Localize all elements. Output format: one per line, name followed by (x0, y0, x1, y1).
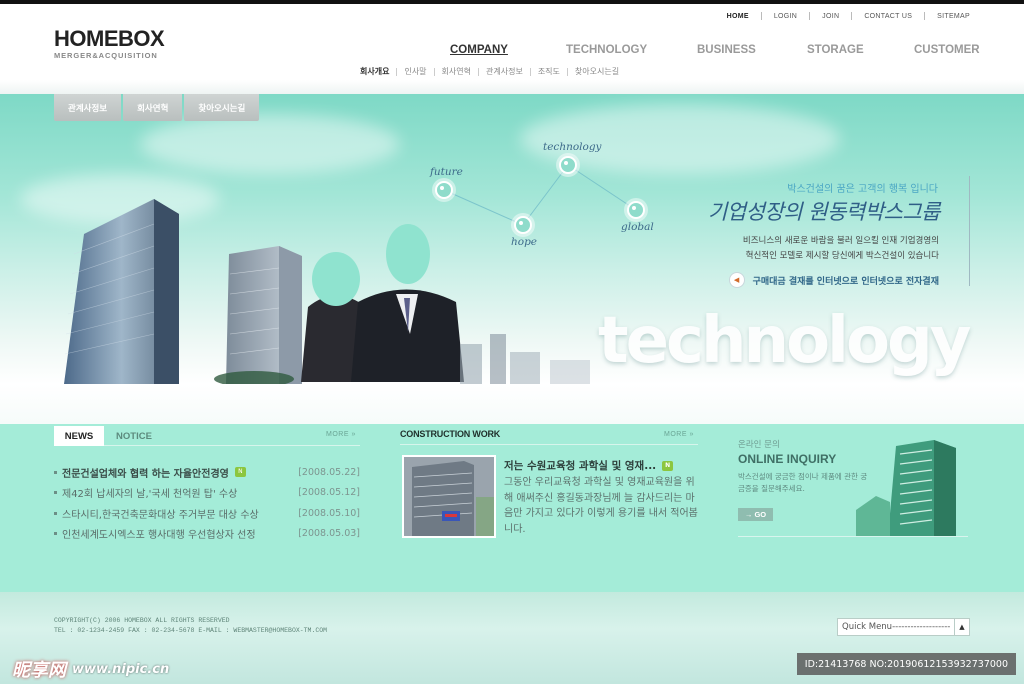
construction-thumbnail[interactable] (402, 455, 496, 538)
watermark-url: www.nipic.cn (72, 661, 170, 677)
logo[interactable]: HOMEBOX MERGER&ACQUISITION (54, 26, 165, 61)
util-link-sitemap[interactable]: SITEMAP (925, 13, 970, 20)
hero-tagline: 박스건설의 꿈은 고객의 행복 입니다 (787, 184, 938, 195)
news-title: 스타시티,한국건축문화대상 주거부문 대상 수상 (62, 509, 259, 521)
inquiry-go-button[interactable]: → GO (738, 508, 773, 521)
subnav-organization[interactable]: 조직도 (531, 66, 567, 77)
new-badge-icon: N (662, 460, 674, 471)
quick-menu-value: Quick Menu------------------- (842, 622, 951, 632)
utility-nav: HOME LOGIN JOIN CONTACT US SITEMAP (715, 12, 970, 20)
list-item[interactable]: 제42회 납세자의 날,'국세 천억원 탑' 수상 [2008.05.12] (54, 483, 360, 504)
subnav-greeting[interactable]: 인사말 (397, 66, 433, 77)
node-label-hope: hope (511, 236, 538, 248)
subnav-affiliates[interactable]: 관계사정보 (479, 66, 530, 77)
footer: COPYRIGHT(C) 2006 HOMEBOX ALL RIGHTS RES… (0, 592, 1024, 684)
node-label-technology: technology (543, 141, 602, 153)
util-link-home[interactable]: HOME (715, 13, 761, 20)
nav-company[interactable]: COMPANY (450, 44, 508, 56)
news-title: 인천세계도시엑스포 행사대행 우선협상자 선정 (62, 530, 256, 542)
inquiry-title-en: ONLINE INQUIRY (738, 452, 837, 466)
contact-text: TEL : 02-1234-2459 FAX : 02-234-5678 E-M… (54, 627, 328, 634)
top-bar (0, 0, 1024, 4)
divider (400, 444, 698, 445)
news-date: [2008.05.22] (298, 466, 360, 478)
node-label-future: future (430, 166, 463, 178)
construction-title[interactable]: 저는 수원교육청 과학실 및 영재... N (504, 458, 674, 473)
news-more-link[interactable]: MORE » (326, 431, 356, 438)
copyright-text: COPYRIGHT(C) 2006 HOMEBOX ALL RIGHTS RES… (54, 617, 230, 624)
logo-wordmark: HOMEBOX (54, 26, 165, 51)
list-item[interactable]: 인천세계도시엑스포 행사대행 우선협상자 선정 [2008.05.03] (54, 524, 360, 545)
list-item[interactable]: 전문건설업체와 협력 하는 자율안전경영 N [2008.05.22] (54, 462, 360, 483)
subnav-directions[interactable]: 찾아오시는길 (568, 66, 626, 77)
inquiry-building-illustration (856, 440, 956, 536)
online-inquiry: 온라인 문의 ONLINE INQUIRY 박스건설에 궁금한 점이나 제품에 … (738, 438, 868, 495)
nav-technology[interactable]: TECHNOLOGY (566, 44, 647, 56)
hero-banner: 관계사정보 회사연혁 찾아오시는길 future technology hope… (0, 94, 1024, 384)
news-title: 전문건설업체와 협력 하는 자율안전경영 (62, 468, 229, 480)
subnav-history[interactable]: 회사연혁 (435, 66, 478, 77)
page-root: HOMEBOX MERGER&ACQUISITION HOME LOGIN JO… (0, 0, 1024, 684)
header-fade (0, 80, 1024, 94)
divider (738, 536, 968, 537)
hero-description-line: 혁신적인 모델로 제시할 당신에게 박스건설이 있습니다 (745, 251, 939, 261)
sub-nav: 회사개요 인사말 회사연혁 관계사정보 조직도 찾아오시는길 (360, 66, 626, 77)
hero-description-line: 비즈니스의 새로운 바람을 불러 일으킬 인재 기업경영의 (742, 236, 939, 246)
tab-news[interactable]: NEWS (54, 426, 104, 446)
nav-business[interactable]: BUSINESS (697, 44, 756, 56)
news-date: [2008.05.10] (298, 507, 360, 519)
inquiry-description: 박스건설에 궁금한 점이나 제품에 관한 궁금증을 질문해주세요. (738, 472, 868, 493)
triangle-up-icon: ▲ (954, 619, 969, 635)
logo-tagline: MERGER&ACQUISITION (54, 51, 158, 60)
construction-excerpt: 그동안 우리교육청 과학실 및 영재교육원을 위해 애써주신 홍길동과장님께 늘… (504, 477, 698, 535)
util-link-contact[interactable]: CONTACT US (852, 13, 924, 20)
subnav-overview[interactable]: 회사개요 (360, 66, 396, 77)
arrow-left-icon: ◀ (728, 272, 745, 288)
util-link-join[interactable]: JOIN (810, 13, 851, 20)
quick-menu-select[interactable]: Quick Menu------------------- ▲ (837, 618, 970, 636)
list-item[interactable]: 스타시티,한국건축문화대상 주거부문 대상 수상 [2008.05.10] (54, 503, 360, 524)
watermark-brand: 昵享网 www.nipic.cn (12, 656, 169, 682)
bullet-icon (54, 532, 57, 536)
news-title: 제42회 납세자의 날,'국세 천억원 탑' 수상 (62, 489, 238, 501)
payment-link[interactable]: ◀ 구매대금 결재를 인터넷으로 인터넷으로 전자결재 (728, 272, 939, 288)
divider (969, 176, 970, 286)
construction-more-link[interactable]: MORE » (664, 431, 694, 438)
node-label-global: global (621, 221, 654, 233)
util-link-login[interactable]: LOGIN (762, 13, 809, 20)
construction-title-text: 저는 수원교육청 과학실 및 영재... (504, 460, 657, 472)
buildings-illustration (64, 199, 302, 384)
payment-link-label: 구매대금 결재를 인터넷으로 인터넷으로 전자결재 (752, 276, 939, 287)
business-people-photo (301, 224, 464, 382)
news-date: [2008.05.03] (298, 528, 360, 540)
hero-headline: 기업성장의 원동력박스그룹 (707, 200, 941, 224)
news-tabs: NEWS NOTICE (54, 426, 360, 446)
inquiry-title-kr: 온라인 문의 (738, 440, 780, 450)
watermark-id: ID:21413768 NO:20190612153932737000 (796, 653, 1016, 675)
hero-description: 비즈니스의 새로운 바람을 불러 일으킬 인재 기업경영의 혁신적인 모델로 제… (743, 234, 939, 264)
bullet-icon (54, 511, 57, 515)
bullet-icon (54, 491, 57, 495)
building-photo (404, 457, 494, 536)
news-date: [2008.05.12] (298, 487, 360, 499)
watermark-logo: 昵享网 (12, 660, 66, 681)
news-list: 전문건설업체와 협력 하는 자율안전경영 N [2008.05.22] 제42회… (54, 462, 360, 544)
city-silhouette (460, 334, 590, 384)
hero-bigword: technology (598, 304, 971, 378)
construction-heading: CONSTRUCTION WORK (400, 429, 501, 439)
new-badge-icon: N (234, 467, 246, 478)
spacer-band (0, 384, 1024, 424)
content-area: NEWS NOTICE MORE » 전문건설업체와 협력 하는 자율안전경영 … (0, 424, 1024, 592)
tab-notice[interactable]: NOTICE (104, 426, 164, 446)
nav-customer[interactable]: CUSTOMER (914, 44, 980, 56)
nav-storage[interactable]: STORAGE (807, 44, 864, 56)
footer-copyright: COPYRIGHT(C) 2006 HOMEBOX ALL RIGHTS RES… (54, 616, 327, 636)
bullet-icon (54, 470, 57, 474)
